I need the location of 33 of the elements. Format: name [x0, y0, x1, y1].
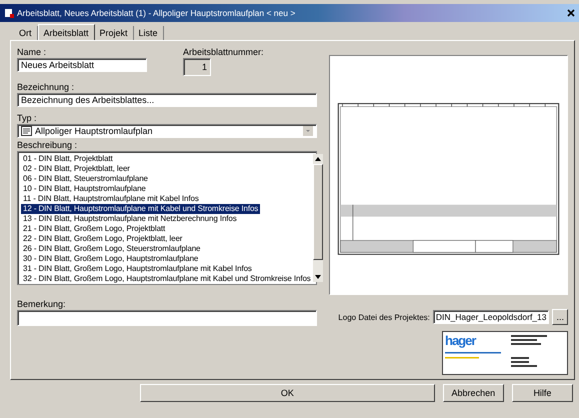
list-item[interactable]: 12 - DIN Blatt, Hauptstromlaufplane mit Kabel und Stromkreise Infos	[21, 204, 260, 214]
designation-field[interactable]: Bezeichnung des Arbeitsblattes...	[17, 93, 317, 107]
field-label: Arbeitsblattnummer:	[183, 47, 264, 57]
tab[interactable]: Liste	[134, 26, 164, 40]
name-field[interactable]: Neues Arbeitsblatt	[17, 58, 147, 72]
field-label: Bezeichnung :	[17, 82, 76, 92]
list-item[interactable]: 10 - DIN Blatt, Hauptstromlaufplane	[21, 184, 313, 194]
dialog-button[interactable]: Abbrechen	[442, 384, 504, 402]
list-item[interactable]: 13 - DIN Blatt, Hauptstromlaufplane mit Netzberechnung Infos	[21, 214, 313, 224]
window-title: Arbeitsblatt, Neues Arbeitsblatt (1) - Allpoliger Hauptstromlaufplan < neu >	[17, 8, 296, 18]
field-label: Beschreibung :	[17, 140, 78, 150]
type-dropdown[interactable]: Allpoliger Hauptstromlaufplan	[17, 124, 317, 138]
logo-text: hager	[445, 334, 477, 348]
list-item[interactable]: 11 - DIN Blatt, Hauptstromlaufplane mit Kabel Infos	[21, 194, 313, 204]
list-item[interactable]: 22 - DIN Blatt, Großem Logo, Projektblatt, leer	[21, 234, 313, 244]
dialog-button[interactable]: OK	[140, 384, 435, 402]
tab[interactable]: Arbeitsblatt	[38, 24, 95, 40]
list-item[interactable]: 06 - DIN Blatt, Steuerstromlaufplane	[21, 174, 313, 184]
field-label: Bemerkung:	[17, 299, 67, 309]
logo-file-field[interactable]: DIN_Hager_Leopoldsdorf_13	[432, 310, 550, 324]
tab[interactable]: Projekt	[94, 26, 134, 40]
list-item[interactable]: 32 - DIN Blatt, Großem Logo, Hauptstromlaufplane mit Kabel und Stromkreise Infos	[21, 274, 313, 284]
list-item[interactable]: 26 - DIN Blatt, Großem Logo, Steuerstromlaufplane	[21, 244, 313, 254]
field-label: Logo Datei des Projektes:	[338, 312, 430, 322]
list-item[interactable]: 21 - DIN Blatt, Großem Logo, Projektblatt	[21, 224, 313, 234]
dialog-button[interactable]: Hilfe	[512, 384, 574, 402]
list-item[interactable]: 01 - DIN Blatt, Projektblatt	[21, 154, 313, 164]
list-item[interactable]: 30 - DIN Blatt, Großem Logo, Hauptstromlaufplane	[21, 254, 313, 264]
list-item[interactable]: 02 - DIN Blatt, Projektblatt, leer	[21, 164, 313, 174]
field-label: Name :	[17, 47, 48, 57]
browse-button[interactable]: ...	[552, 309, 568, 325]
list-item[interactable]: 31 - DIN Blatt, Großem Logo, Hauptstromlaufplane mit Kabel Infos	[21, 264, 313, 274]
field-label: Typ :	[17, 113, 38, 123]
